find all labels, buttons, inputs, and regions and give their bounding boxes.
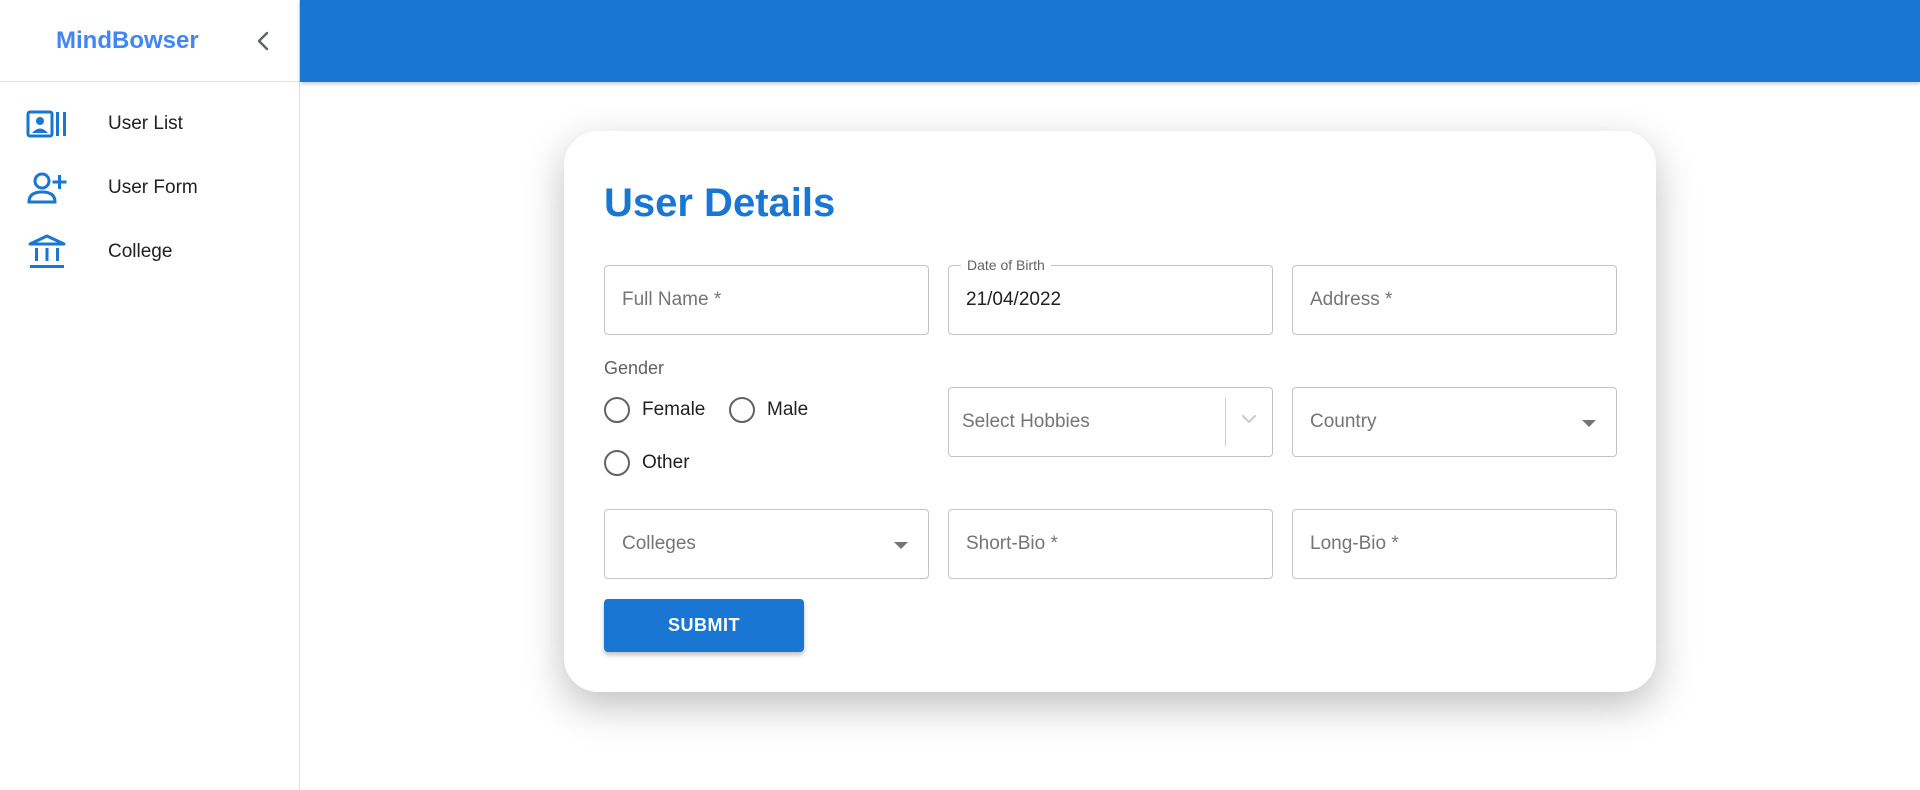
- full-name-field[interactable]: Full Name *: [604, 265, 929, 335]
- address-placeholder: Address *: [1310, 289, 1393, 310]
- full-name-placeholder: Full Name *: [622, 289, 722, 310]
- long-bio-field[interactable]: Long-Bio *: [1292, 509, 1617, 579]
- country-select[interactable]: Country: [1292, 387, 1617, 457]
- sidebar: MindBowser User List User Form College: [0, 0, 300, 790]
- gender-label: Gender: [604, 358, 665, 378]
- gender-option-label: Male: [767, 399, 809, 420]
- radio-circle: [729, 397, 755, 423]
- person-add-icon: [26, 170, 68, 206]
- institution-icon: [26, 234, 68, 270]
- user-details-card: User Details Full Name * Date of Birth 2…: [564, 131, 1656, 692]
- gender-option-label: Other: [642, 452, 690, 473]
- select-separator: [1225, 398, 1226, 446]
- submit-button[interactable]: SUBMIT: [604, 599, 804, 652]
- country-placeholder: Country: [1310, 411, 1377, 432]
- short-bio-field[interactable]: Short-Bio *: [948, 509, 1273, 579]
- sidebar-item-label: User List: [108, 113, 183, 134]
- sidebar-item-label: User Form: [108, 177, 198, 198]
- hobbies-select[interactable]: Select Hobbies: [948, 387, 1273, 457]
- sidebar-item-college[interactable]: College: [0, 220, 299, 284]
- brand-logo-text: MindBowser: [56, 27, 199, 54]
- gender-option-label: Female: [642, 399, 706, 420]
- hobbies-placeholder: Select Hobbies: [962, 411, 1090, 432]
- radio-circle: [604, 450, 630, 476]
- date-of-birth-field[interactable]: Date of Birth 21/04/2022: [948, 257, 1273, 335]
- dropdown-arrow-icon: [1582, 420, 1596, 427]
- contact-list-icon: [26, 106, 68, 142]
- colleges-select[interactable]: Colleges: [604, 509, 929, 579]
- dropdown-arrow-icon: [894, 542, 908, 549]
- radio-circle: [604, 397, 630, 423]
- short-bio-placeholder: Short-Bio *: [966, 533, 1058, 554]
- sidebar-nav: User List User Form College: [0, 82, 299, 284]
- sidebar-item-label: College: [108, 241, 173, 262]
- page-title: User Details: [604, 181, 836, 225]
- gender-radio-female[interactable]: Female: [604, 397, 705, 423]
- sidebar-header: MindBowser: [0, 0, 299, 82]
- address-field[interactable]: Address *: [1292, 265, 1617, 335]
- long-bio-placeholder: Long-Bio *: [1310, 533, 1399, 554]
- colleges-placeholder: Colleges: [622, 533, 696, 554]
- sidebar-item-user-form[interactable]: User Form: [0, 156, 299, 220]
- date-of-birth-label: Date of Birth: [961, 257, 1051, 273]
- gender-radio-other[interactable]: Other: [604, 450, 690, 476]
- app-bar: [300, 0, 1920, 82]
- date-of-birth-value: 21/04/2022: [966, 289, 1062, 310]
- chevron-left-icon[interactable]: [249, 27, 277, 55]
- chevron-down-icon[interactable]: [1240, 412, 1258, 430]
- sidebar-item-user-list[interactable]: User List: [0, 92, 299, 156]
- gender-radio-male[interactable]: Male: [729, 397, 808, 423]
